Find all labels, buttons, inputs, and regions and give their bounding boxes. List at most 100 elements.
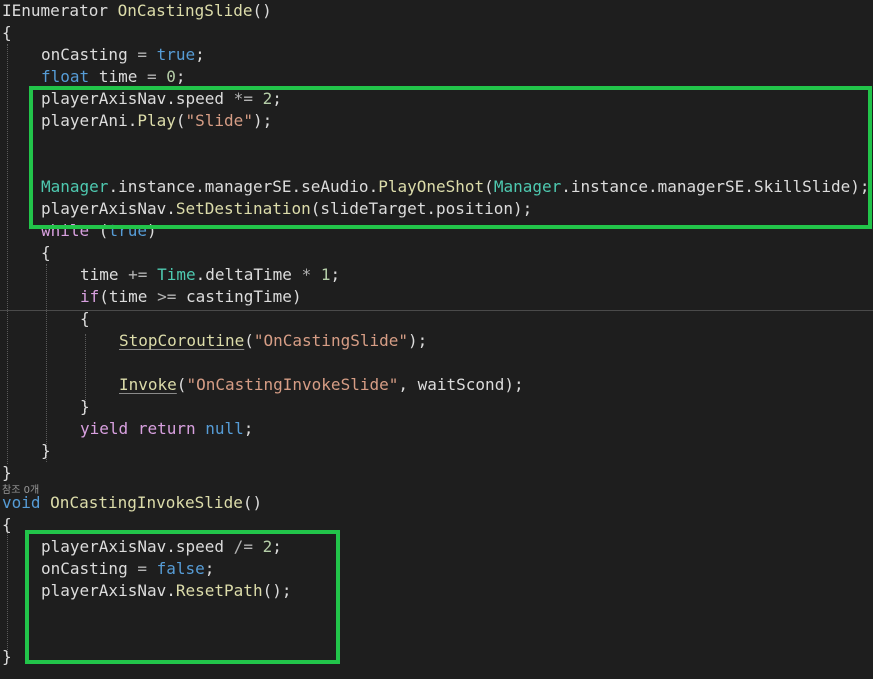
code-token: SkillSlide bbox=[753, 177, 851, 196]
code-token: ; bbox=[204, 559, 215, 578]
code-token: waitScond bbox=[417, 375, 505, 394]
code-token: true bbox=[108, 221, 147, 240]
code-token: , bbox=[398, 375, 418, 394]
code-line[interactable]: StopCoroutine("OnCastingSlide"); bbox=[0, 330, 427, 352]
code-token: playerAni bbox=[41, 111, 128, 130]
code-token: . bbox=[647, 177, 658, 196]
code-token: Manager bbox=[41, 177, 109, 196]
code-line[interactable]: playerAni.Play("Slide"); bbox=[0, 110, 272, 132]
code-token: . bbox=[166, 537, 176, 556]
code-token: StopCoroutine bbox=[119, 331, 245, 350]
code-token: } bbox=[2, 463, 12, 482]
code-line[interactable]: onCasting = false; bbox=[0, 558, 214, 580]
code-token: = bbox=[137, 67, 167, 86]
code-token: "OnCastingInvokeSlide" bbox=[186, 375, 399, 394]
code-token: *= bbox=[224, 89, 263, 108]
code-line[interactable]: Invoke("OnCastingInvokeSlide", waitScond… bbox=[0, 374, 524, 396]
code-token: speed bbox=[175, 89, 225, 108]
code-token: Play bbox=[137, 111, 176, 130]
code-line[interactable] bbox=[0, 154, 41, 176]
method-separator bbox=[0, 310, 873, 311]
code-token: ); bbox=[408, 331, 428, 350]
code-token: >= bbox=[147, 287, 186, 306]
code-token: = bbox=[127, 45, 157, 64]
code-line[interactable]: float time = 0; bbox=[0, 66, 186, 88]
code-token: instance bbox=[118, 177, 196, 196]
code-token: . bbox=[744, 177, 754, 196]
code-token: return bbox=[137, 419, 196, 438]
code-token: . bbox=[291, 177, 302, 196]
code-editor[interactable]: IEnumerator OnCastingSlide(){onCasting =… bbox=[0, 0, 873, 679]
code-token: time bbox=[80, 265, 119, 284]
code-token: onCasting bbox=[41, 559, 128, 578]
code-token: speed bbox=[175, 537, 225, 556]
code-line[interactable]: { bbox=[0, 22, 12, 44]
code-line[interactable]: } bbox=[0, 646, 12, 668]
code-line[interactable]: playerAxisNav.speed /= 2; bbox=[0, 536, 282, 558]
code-token: () bbox=[252, 1, 272, 20]
code-token: (); bbox=[262, 581, 292, 600]
code-token: yield bbox=[80, 419, 129, 438]
code-token: instance bbox=[570, 177, 648, 196]
code-line[interactable] bbox=[0, 602, 41, 624]
code-token: playerAxisNav bbox=[41, 581, 167, 600]
code-line[interactable] bbox=[0, 132, 41, 154]
code-line[interactable]: } bbox=[0, 440, 51, 462]
code-token: ; bbox=[175, 67, 186, 86]
code-line[interactable] bbox=[0, 352, 119, 374]
code-token: { bbox=[2, 23, 12, 42]
code-token: Invoke bbox=[119, 375, 177, 394]
code-token: time bbox=[98, 67, 138, 86]
code-line[interactable]: playerAxisNav.speed *= 2; bbox=[0, 88, 282, 110]
code-token: () bbox=[242, 493, 263, 512]
code-token: true bbox=[156, 45, 196, 64]
code-token: slideTarget bbox=[320, 199, 427, 218]
code-token: . bbox=[108, 177, 119, 196]
code-token: "OnCastingSlide" bbox=[253, 331, 408, 350]
code-line[interactable]: while (true) bbox=[0, 220, 157, 242]
code-line[interactable]: void OnCastingInvokeSlide() bbox=[0, 492, 262, 514]
code-token: OnCastingSlide bbox=[117, 1, 253, 20]
code-line[interactable]: time += Time.deltaTime * 1; bbox=[0, 264, 340, 286]
code-token: "Slide" bbox=[185, 111, 253, 130]
code-line[interactable]: onCasting = true; bbox=[0, 44, 205, 66]
code-token: ); bbox=[513, 199, 533, 218]
code-token: false bbox=[156, 559, 205, 578]
code-line[interactable]: playerAxisNav.ResetPath(); bbox=[0, 580, 291, 602]
code-line[interactable] bbox=[0, 624, 41, 646]
code-line[interactable]: playerAxisNav.SetDestination(slideTarget… bbox=[0, 198, 532, 220]
code-token: = bbox=[127, 559, 157, 578]
code-token: playerAxisNav bbox=[41, 89, 167, 108]
code-token: . bbox=[368, 177, 379, 196]
code-token: ); bbox=[252, 111, 273, 130]
code-token: . bbox=[166, 89, 176, 108]
code-token: ResetPath bbox=[175, 581, 263, 600]
code-line[interactable]: { bbox=[0, 242, 51, 264]
code-line[interactable]: if(time >= castingTime) bbox=[0, 286, 302, 308]
code-token: ( bbox=[244, 331, 254, 350]
code-token: } bbox=[41, 441, 51, 460]
code-token: * bbox=[291, 265, 321, 284]
codelens-references[interactable]: 참조 0개 bbox=[2, 484, 39, 498]
code-token: position bbox=[435, 199, 514, 218]
code-token: PlayOneShot bbox=[378, 177, 485, 196]
code-token: Manager bbox=[493, 177, 562, 196]
code-line[interactable]: yield return null; bbox=[0, 418, 253, 440]
code-token: null bbox=[205, 419, 244, 438]
code-line[interactable]: Manager.instance.managerSE.seAudio.PlayO… bbox=[0, 176, 870, 198]
code-line[interactable]: } bbox=[0, 462, 12, 484]
code-token: ( bbox=[310, 199, 321, 218]
code-line[interactable]: } bbox=[0, 396, 90, 418]
code-token: ( bbox=[99, 287, 109, 306]
code-token: ( bbox=[176, 375, 187, 394]
code-line[interactable]: { bbox=[0, 514, 12, 536]
code-token: castingTime bbox=[185, 287, 292, 306]
code-token: onCasting bbox=[41, 45, 128, 64]
code-token: ; bbox=[195, 45, 205, 64]
code-line[interactable]: IEnumerator OnCastingSlide() bbox=[0, 0, 272, 22]
code-line[interactable]: { bbox=[0, 308, 90, 330]
code-token: ) bbox=[146, 221, 157, 240]
